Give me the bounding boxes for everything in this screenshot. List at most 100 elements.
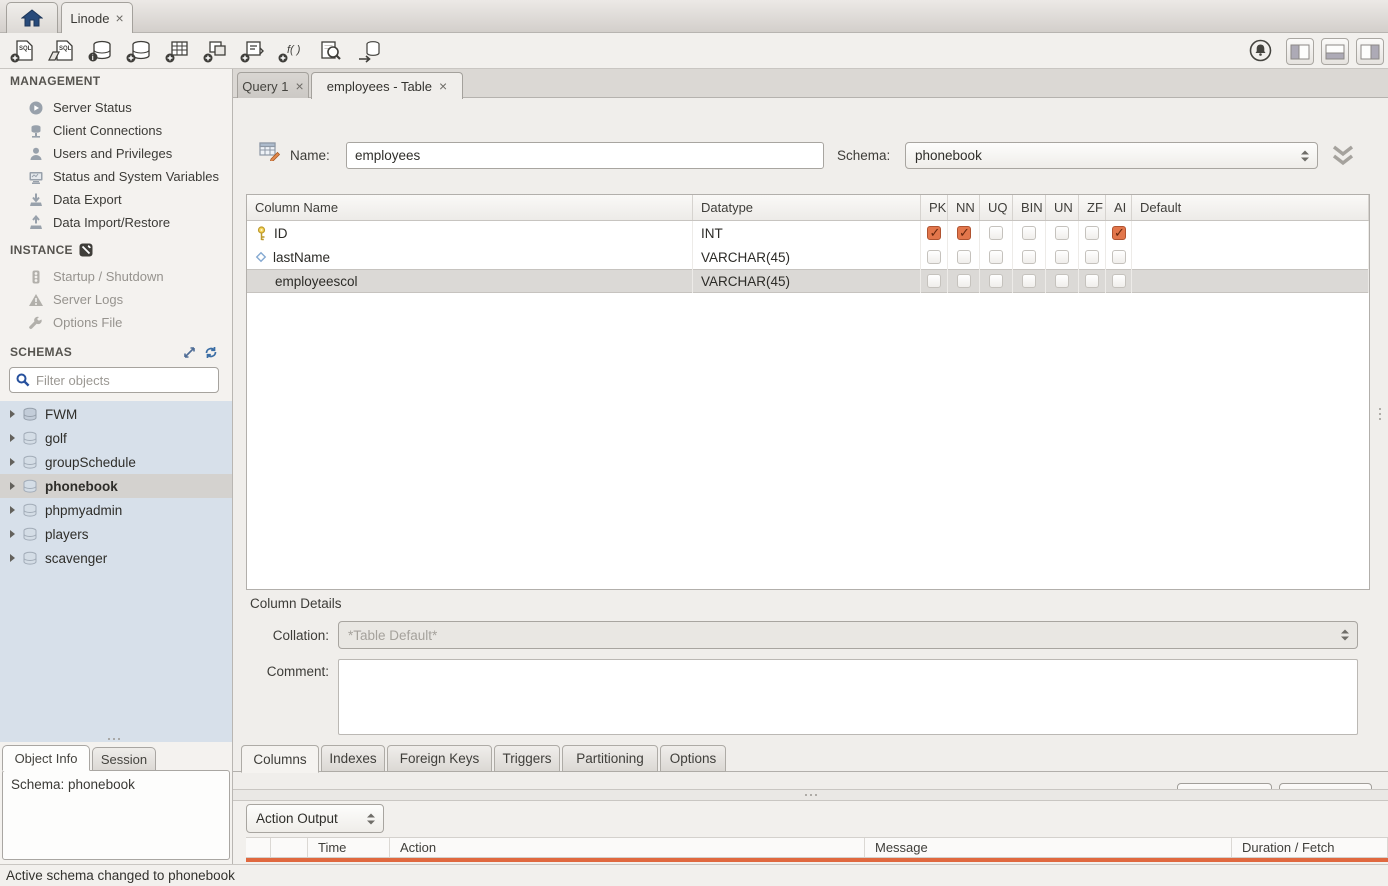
panel-resize-grip[interactable] xyxy=(108,738,110,740)
tab-employees-table[interactable]: employees - Table × xyxy=(311,72,463,99)
output-splitter[interactable] xyxy=(233,789,1388,801)
checkbox-nn[interactable] xyxy=(957,250,971,264)
checkbox-ai[interactable] xyxy=(1112,274,1126,288)
output-type-select[interactable]: Action Output xyxy=(246,804,384,833)
sidebar-item-startup-shutdown[interactable]: Startup / Shutdown xyxy=(0,265,232,288)
checkbox-uq[interactable] xyxy=(989,250,1003,264)
collapse-header-chevrons-icon[interactable] xyxy=(1329,143,1357,167)
sidebar-item-options-file[interactable]: Options File xyxy=(0,311,232,334)
checkbox-pk[interactable] xyxy=(927,250,941,264)
expand-arrow-icon[interactable] xyxy=(10,458,15,466)
comment-textarea[interactable] xyxy=(338,659,1358,735)
checkbox-ai[interactable] xyxy=(1112,226,1126,240)
sidebar-item-server-logs[interactable]: Server Logs xyxy=(0,288,232,311)
checkbox-un[interactable] xyxy=(1055,274,1069,288)
header-duration-fetch[interactable]: Duration / Fetch xyxy=(1232,838,1388,857)
subtab-triggers[interactable]: Triggers xyxy=(494,745,560,772)
checkbox-un[interactable] xyxy=(1055,226,1069,240)
schema-select[interactable]: phonebook xyxy=(905,142,1318,169)
data-transfer-icon[interactable] xyxy=(354,39,384,64)
toggle-right-panel-icon[interactable] xyxy=(1356,38,1384,65)
checkbox-bin[interactable] xyxy=(1022,274,1036,288)
header-datatype[interactable]: Datatype xyxy=(693,195,921,220)
header-pk[interactable]: PK xyxy=(921,195,948,220)
close-tab-icon[interactable]: × xyxy=(296,79,304,93)
open-sql-script-icon[interactable]: SQL xyxy=(46,39,76,64)
sidebar-item-client-connections[interactable]: Client Connections xyxy=(0,119,232,142)
schema-item-phonebook[interactable]: phonebook xyxy=(0,474,232,498)
subtab-options[interactable]: Options xyxy=(660,745,726,772)
search-table-data-icon[interactable] xyxy=(315,39,345,64)
header-uq[interactable]: UQ xyxy=(980,195,1013,220)
expand-arrow-icon[interactable] xyxy=(10,410,15,418)
checkbox-bin[interactable] xyxy=(1022,226,1036,240)
tab-query-1[interactable]: Query 1 × xyxy=(237,72,309,99)
header-zf[interactable]: ZF xyxy=(1079,195,1106,220)
column-row-lastname[interactable]: lastName VARCHAR(45) xyxy=(247,245,1369,269)
expand-arrow-icon[interactable] xyxy=(10,434,15,442)
header-default[interactable]: Default xyxy=(1132,195,1369,220)
splitter-grip[interactable] xyxy=(805,794,807,796)
new-schema-icon[interactable] xyxy=(124,39,154,64)
tab-session[interactable]: Session xyxy=(92,747,156,771)
checkbox-zf[interactable] xyxy=(1085,226,1099,240)
checkbox-uq[interactable] xyxy=(989,274,1003,288)
new-table-icon[interactable] xyxy=(163,39,193,64)
checkbox-pk[interactable] xyxy=(927,274,941,288)
home-tab[interactable] xyxy=(6,2,58,33)
subtab-columns[interactable]: Columns xyxy=(241,745,319,773)
header-column-name[interactable]: Column Name xyxy=(247,195,693,220)
header-ai[interactable]: AI xyxy=(1106,195,1132,220)
expand-arrow-icon[interactable] xyxy=(10,530,15,538)
schema-item-fwm[interactable]: FWM xyxy=(0,402,232,426)
table-name-input[interactable] xyxy=(346,142,824,169)
database-info-icon[interactable]: i xyxy=(85,39,115,64)
schema-filter-input[interactable] xyxy=(36,373,212,388)
sidebar-item-data-import[interactable]: Data Import/Restore xyxy=(0,211,232,234)
refresh-schemas-icon[interactable] xyxy=(204,346,218,359)
schema-item-groupschedule[interactable]: groupSchedule xyxy=(0,450,232,474)
header-un[interactable]: UN xyxy=(1046,195,1079,220)
action-output-selected-row[interactable] xyxy=(246,858,1388,862)
sidebar-item-system-variables[interactable]: Status and System Variables xyxy=(0,165,232,188)
new-procedure-icon[interactable] xyxy=(238,39,268,64)
checkbox-zf[interactable] xyxy=(1085,274,1099,288)
expand-arrow-icon[interactable] xyxy=(10,506,15,514)
checkbox-pk[interactable] xyxy=(927,226,941,240)
checkbox-un[interactable] xyxy=(1055,250,1069,264)
checkbox-nn[interactable] xyxy=(957,274,971,288)
connection-tab-linode[interactable]: Linode × xyxy=(61,2,133,33)
new-function-icon[interactable]: f( ) xyxy=(276,39,306,64)
schema-item-players[interactable]: players xyxy=(0,522,232,546)
header-action[interactable]: Action xyxy=(390,838,865,857)
sidebar-item-users-privileges[interactable]: Users and Privileges xyxy=(0,142,232,165)
sidebar-item-data-export[interactable]: Data Export xyxy=(0,188,232,211)
header-time[interactable]: Time xyxy=(308,838,390,857)
header-nn[interactable]: NN xyxy=(948,195,980,220)
column-row-employeescol[interactable]: employeescol VARCHAR(45) xyxy=(247,269,1369,293)
collation-select[interactable]: *Table Default* xyxy=(338,621,1358,649)
tab-object-info[interactable]: Object Info xyxy=(2,745,90,771)
checkbox-uq[interactable] xyxy=(989,226,1003,240)
close-tab-icon[interactable]: × xyxy=(439,79,447,93)
toggle-bottom-panel-icon[interactable] xyxy=(1321,38,1349,65)
new-sql-tab-icon[interactable]: SQL xyxy=(8,39,38,64)
checkbox-bin[interactable] xyxy=(1022,250,1036,264)
close-tab-icon[interactable]: × xyxy=(115,11,123,25)
expand-arrow-icon[interactable] xyxy=(10,482,15,490)
new-view-icon[interactable] xyxy=(201,39,231,64)
subtab-partitioning[interactable]: Partitioning xyxy=(562,745,658,772)
checkbox-zf[interactable] xyxy=(1085,250,1099,264)
checkbox-ai[interactable] xyxy=(1112,250,1126,264)
schema-item-phpmyadmin[interactable]: phpmyadmin xyxy=(0,498,232,522)
expand-schemas-icon[interactable] xyxy=(183,346,196,359)
header-bin[interactable]: BIN xyxy=(1013,195,1046,220)
toggle-left-panel-icon[interactable] xyxy=(1286,38,1314,65)
notifications-icon[interactable] xyxy=(1247,37,1277,62)
right-splitter-grip[interactable] xyxy=(1379,408,1381,410)
schema-item-golf[interactable]: golf xyxy=(0,426,232,450)
expand-arrow-icon[interactable] xyxy=(10,554,15,562)
checkbox-nn[interactable] xyxy=(957,226,971,240)
subtab-foreign-keys[interactable]: Foreign Keys xyxy=(387,745,492,772)
column-row-id[interactable]: ID INT xyxy=(247,221,1369,245)
